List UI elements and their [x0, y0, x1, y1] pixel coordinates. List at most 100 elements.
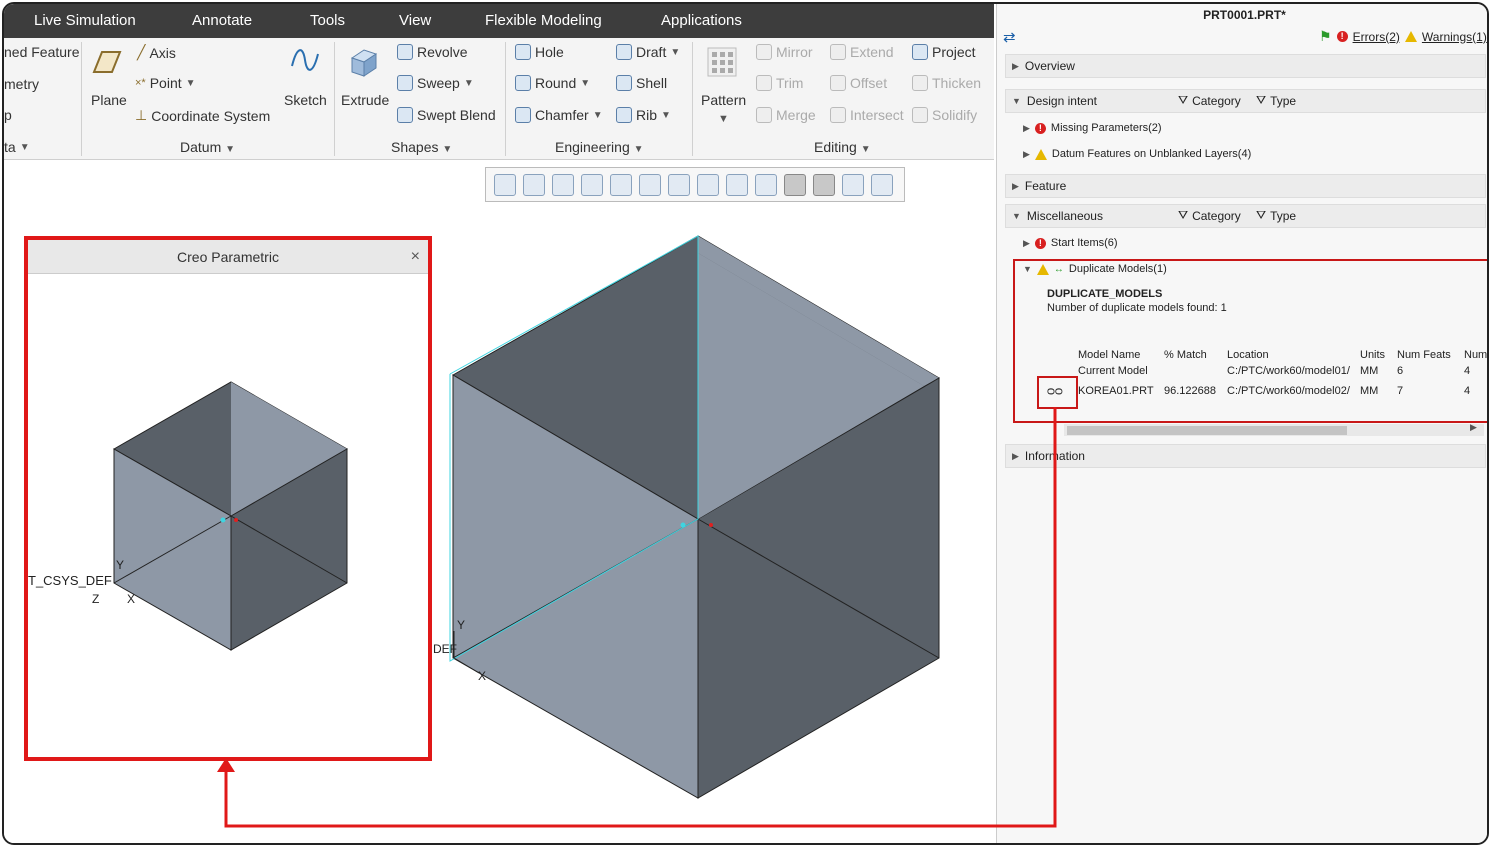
datum-display-icon[interactable]	[755, 173, 777, 196]
chevron-down-icon: ▼	[225, 144, 236, 155]
sketch-button[interactable]: Sketch	[284, 92, 327, 108]
ribbon-partial-geometry[interactable]: metry	[4, 76, 39, 92]
section-design-intent[interactable]: ▼ Design intent	[1005, 89, 1486, 113]
mini-point-marker	[234, 518, 238, 522]
warnings-link[interactable]: Warnings(1)	[1422, 30, 1487, 44]
tab-live-simulation[interactable]: Live Simulation	[34, 12, 136, 29]
section-information[interactable]: ▶ Information	[1005, 444, 1486, 468]
saved-orientations-icon[interactable]	[639, 173, 661, 196]
revolve-button[interactable]: Revolve	[397, 44, 468, 60]
chevron-down-icon: ▼	[633, 144, 644, 155]
display-style-icon[interactable]	[610, 173, 632, 196]
datum-group-text: Datum	[180, 139, 222, 155]
perspective-icon[interactable]	[697, 173, 719, 196]
start-items-item[interactable]: ▶! Start Items(6)	[1023, 237, 1118, 249]
sweep-label: Sweep	[417, 75, 460, 91]
collapse-arrow-icon: ▼	[1012, 211, 1021, 221]
missing-parameters-item[interactable]: ▶! Missing Parameters(2)	[1023, 122, 1162, 134]
shell-button[interactable]: Shell	[616, 75, 667, 91]
offset-button[interactable]: Offset	[830, 75, 887, 91]
category-filter[interactable]: ⛛ Category	[1178, 93, 1241, 108]
type-filter[interactable]: ⛛ Type	[1256, 93, 1296, 108]
divider	[505, 42, 506, 156]
swept-blend-button[interactable]: Swept Blend	[397, 107, 496, 123]
section-icon[interactable]	[726, 173, 748, 196]
error-icon: !	[1034, 237, 1046, 249]
refresh-icon[interactable]: ⇄	[1003, 28, 1016, 46]
tab-annotate[interactable]: Annotate	[192, 12, 252, 29]
section-miscellaneous[interactable]: ▼ Miscellaneous	[1005, 204, 1486, 228]
error-icon: !	[1034, 122, 1046, 134]
datum-features-item[interactable]: ▶ Datum Features on Unblanked Layers(4)	[1023, 148, 1251, 160]
extrude-button[interactable]: Extrude	[341, 92, 389, 108]
divider	[692, 42, 693, 156]
thicken-label: Thicken	[932, 75, 982, 91]
draft-button[interactable]: Draft ▼	[616, 44, 680, 60]
hole-button[interactable]: Hole	[515, 44, 564, 60]
category-filter-label: Category	[1192, 93, 1241, 108]
section-feature[interactable]: ▶ Feature	[1005, 174, 1486, 198]
extend-icon	[830, 44, 846, 60]
project-button[interactable]: Project	[912, 44, 976, 60]
axis-button[interactable]: ╱ Axis	[137, 44, 176, 61]
round-button[interactable]: Round ▼	[515, 75, 590, 91]
ribbon-partial-data[interactable]: ta ▼	[4, 139, 30, 155]
trim-button[interactable]: Trim	[756, 75, 803, 91]
highlight-glasses-box	[1037, 376, 1078, 409]
chevron-down-icon: ▼	[670, 46, 681, 58]
chamfer-button[interactable]: Chamfer ▼	[515, 107, 603, 123]
repaint-icon[interactable]	[581, 173, 603, 196]
sketch-icon[interactable]	[289, 44, 321, 76]
pattern-icon[interactable]	[706, 46, 738, 78]
type-filter[interactable]: ⛛ Type	[1256, 208, 1296, 223]
extend-button[interactable]: Extend	[830, 44, 894, 60]
start-items-label: Start Items(6)	[1050, 237, 1118, 249]
pattern-chevron-down-icon[interactable]: ▼	[718, 113, 729, 125]
mirror-button[interactable]: Mirror	[756, 44, 813, 60]
table-scrollbar-thumb[interactable]	[1067, 426, 1347, 435]
popup-model-view[interactable]	[28, 278, 428, 761]
editing-group-label[interactable]: Editing ▼	[814, 139, 871, 155]
annotation-display-icon[interactable]	[784, 173, 806, 196]
errors-link[interactable]: Errors(2)	[1353, 30, 1400, 44]
solidify-button[interactable]: Solidify	[912, 107, 977, 123]
popup-axis-z-label: Z	[92, 592, 100, 606]
quick-view-icon[interactable]	[871, 173, 893, 196]
thicken-button[interactable]: Thicken	[912, 75, 981, 91]
point-button[interactable]: ×* Point ▼	[135, 75, 196, 91]
tab-view[interactable]: View	[399, 12, 431, 29]
category-filter[interactable]: ⛛ Category	[1178, 208, 1241, 223]
coordinate-system-button[interactable]: ⊥ Coordinate System	[135, 107, 270, 124]
appearance-icon[interactable]	[842, 173, 864, 196]
pattern-button[interactable]: Pattern	[701, 92, 746, 108]
refit-icon[interactable]	[494, 173, 516, 196]
missing-parameters-label: Missing Parameters(2)	[1050, 122, 1162, 134]
zoom-out-icon[interactable]	[552, 173, 574, 196]
tab-applications[interactable]: Applications	[661, 12, 742, 29]
intersect-button[interactable]: Intersect	[830, 107, 904, 123]
sweep-button[interactable]: Sweep ▼	[397, 75, 474, 91]
merge-icon	[756, 107, 772, 123]
spin-center-icon[interactable]	[813, 173, 835, 196]
extrude-icon[interactable]	[348, 46, 380, 78]
shapes-group-label[interactable]: Shapes ▼	[391, 139, 452, 155]
rib-button[interactable]: Rib ▼	[616, 107, 671, 123]
view-manager-icon[interactable]	[668, 173, 690, 196]
datum-group-label[interactable]: Datum ▼	[180, 139, 235, 155]
section-overview[interactable]: ▶ Overview	[1005, 54, 1486, 78]
merge-button[interactable]: Merge	[756, 107, 816, 123]
scroll-right-icon[interactable]: ▶	[1470, 422, 1477, 433]
plane-icon[interactable]	[90, 46, 122, 78]
engineering-group-label[interactable]: Engineering ▼	[555, 139, 644, 155]
section-feature-label: Feature	[1024, 179, 1067, 193]
tab-flexible-modeling[interactable]: Flexible Modeling	[485, 12, 602, 29]
zoom-in-icon[interactable]	[523, 173, 545, 196]
ribbon-partial-item[interactable]: p	[4, 107, 12, 123]
chevron-down-icon: ▼	[592, 109, 603, 121]
close-icon[interactable]: ×	[411, 248, 420, 266]
swept-blend-label: Swept Blend	[417, 107, 496, 123]
tab-tools[interactable]: Tools	[310, 12, 345, 29]
popup-csys-label: T_CSYS_DEF	[28, 573, 112, 588]
ribbon-partial-feature[interactable]: ned Feature	[4, 44, 80, 60]
plane-button[interactable]: Plane	[91, 92, 127, 108]
